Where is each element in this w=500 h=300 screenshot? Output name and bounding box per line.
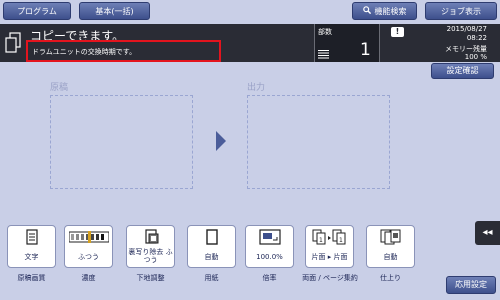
finishing-label: 仕上り [380,274,401,282]
job-display-button[interactable]: ジョブ表示 [425,2,497,20]
arrow-right-icon [216,131,226,151]
paper-label: 用紙 [204,274,219,282]
copies-value: 1 [360,40,371,60]
duplex-combine-button[interactable]: 11 片面 ▸ 片面 [305,225,354,268]
job-display-label: ジョブ表示 [441,7,481,16]
duplex-combine-label: 両面 / ページ集約 [302,274,358,282]
memory-value: 100 % [464,53,487,61]
function-search-button[interactable]: 機能検索 [352,2,417,20]
side-panel-toggle[interactable]: ◂◂ [475,221,500,245]
confirm-settings-label: 設定確認 [446,66,479,75]
density-button[interactable]: ふつう [64,225,113,268]
time-text: 08:22 [466,34,487,42]
background-removal-icon [127,229,174,245]
paper-icon [188,229,235,245]
finishing-icon [367,229,414,245]
density-scale-icon [65,229,112,245]
svg-text:1: 1 [339,237,343,244]
image-quality-label: 原稿画質 [17,274,46,282]
density-value: ふつう [78,253,99,261]
basic-tab[interactable]: 基本(一括) [79,2,150,20]
basic-tab-label: 基本(一括) [95,7,134,16]
output-label: 出力 [247,83,266,93]
output-preview-area [247,95,390,189]
search-icon [362,3,371,21]
status-warning-text: ドラムユニットの交換時期です。 [32,48,137,56]
paper-value: 自動 [204,253,219,261]
image-quality-value: 文字 [24,253,39,261]
apply-settings-label: 応用設定 [455,280,487,289]
program-tab[interactable]: プログラム [3,2,71,20]
density-label: 濃度 [81,274,96,282]
document-icon [8,229,55,245]
background-adjust-label: 下地調整 [136,274,165,282]
copies-label: 部数 [318,28,332,36]
copy-mode-icon [5,32,21,53]
original-label: 原稿 [50,83,69,93]
background-adjust-value: 裏写り除去 ふつう [128,248,173,264]
apply-settings-button[interactable]: 応用設定 [446,276,496,294]
finishing-button[interactable]: 自動 [366,225,415,268]
zoom-icon [246,229,293,245]
keypad-icon [318,50,329,59]
zoom-value: 100.0% [256,253,283,261]
duplex-combine-value: 片面 ▸ 片面 [311,253,348,261]
duplex-icon: 11 [306,229,353,245]
finishing-value: 自動 [383,253,398,261]
alert-icon[interactable]: ! [391,27,404,37]
image-quality-button[interactable]: 文字 [7,225,56,268]
date-text: 2015/08/27 [446,25,487,33]
svg-text:1: 1 [319,237,323,244]
confirm-settings-button[interactable]: 設定確認 [431,63,494,79]
zoom-button[interactable]: 100.0% [245,225,294,268]
function-search-label: 機能検索 [374,7,407,16]
zoom-label: 倍率 [262,274,277,282]
program-tab-label: プログラム [17,7,57,16]
paper-button[interactable]: 自動 [187,225,236,268]
background-adjust-button[interactable]: 裏写り除去 ふつう [126,225,175,268]
original-preview-area [50,95,193,189]
